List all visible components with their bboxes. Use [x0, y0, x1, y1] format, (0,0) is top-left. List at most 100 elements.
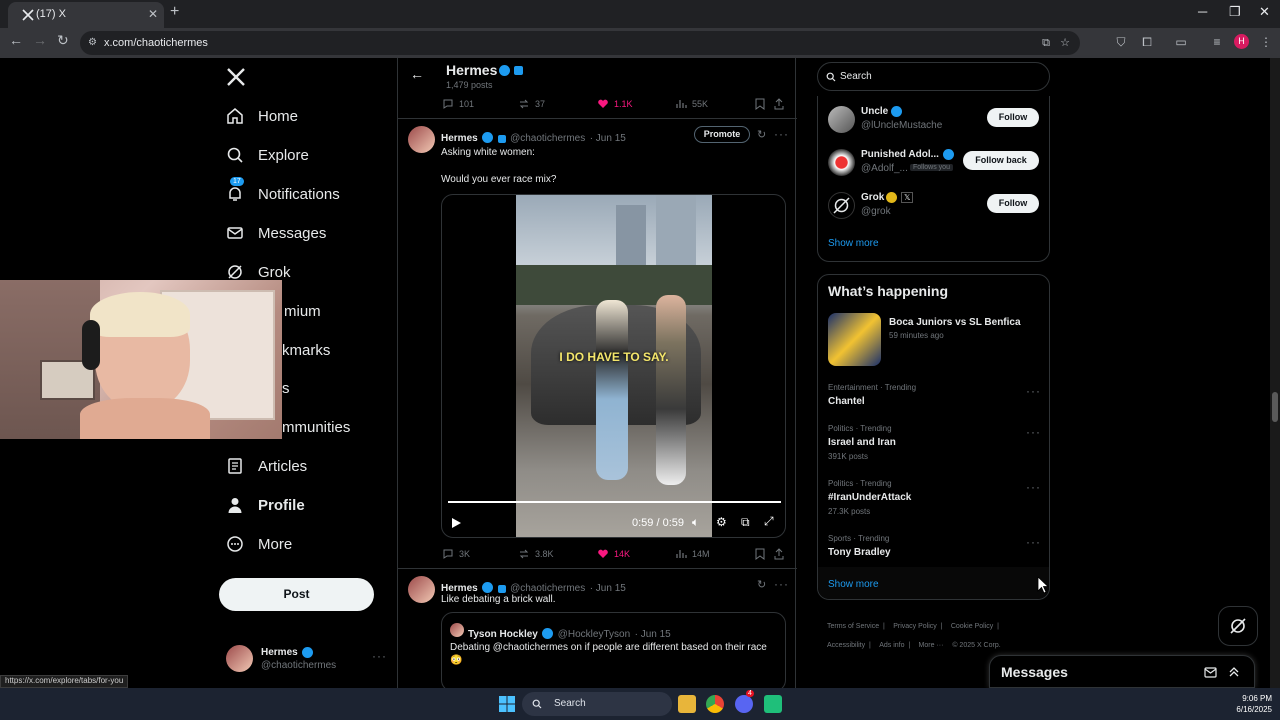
post-date[interactable]: · Jun 15 [590, 133, 626, 144]
featured-event[interactable]: Boca Juniors vs SL Benfica 59 minutes ag… [828, 313, 1042, 369]
sidebar-item-explore[interactable]: Explore [226, 141, 309, 169]
follow-back-button[interactable]: Follow back [963, 151, 1039, 170]
post-author-name[interactable]: Hermes [441, 133, 478, 144]
like-button[interactable]: 1.1K [597, 98, 633, 110]
grok-explain-icon[interactable]: ↻ [757, 128, 766, 141]
reply-button[interactable]: 3K [442, 548, 470, 560]
grok-floating-button[interactable] [1218, 606, 1258, 646]
sidebar-item-jobs[interactable]: s [282, 374, 290, 402]
reload-icon[interactable]: ↻ [57, 32, 69, 49]
sidebar-item-messages[interactable]: Messages [226, 219, 326, 247]
show-more-row[interactable]: Show more [818, 567, 1049, 599]
show-more-link[interactable]: Show more [828, 238, 879, 249]
fullscreen-icon[interactable]: ⤢ [764, 514, 774, 529]
views-button[interactable]: 55K [675, 98, 708, 110]
menu-dots-icon[interactable]: ⋮ [1258, 35, 1274, 51]
footer-link[interactable]: Cookie Policy [951, 623, 993, 630]
reply-button[interactable]: 101 [442, 98, 474, 110]
taskbar-clock[interactable]: 9:06 PM 6/16/2025 [1222, 693, 1272, 715]
follow-suggestion[interactable]: Uncle @lUncleMustache Follow [828, 104, 1042, 140]
follow-suggestion[interactable]: Grok 𝕏 @grok Follow [828, 190, 1042, 226]
trend-more-icon[interactable]: ··· [1026, 535, 1041, 549]
follow-button[interactable]: Follow [987, 108, 1039, 127]
more-dots-icon[interactable]: ··· [372, 649, 387, 663]
trend-more-icon[interactable]: ··· [1026, 384, 1041, 398]
media-icon[interactable]: ≡ [1209, 35, 1225, 51]
windows-start-icon[interactable] [498, 695, 516, 713]
trend-more-icon[interactable]: ··· [1026, 425, 1041, 439]
post-button[interactable]: Post [219, 578, 374, 611]
avatar[interactable] [408, 126, 435, 153]
post-more-icon[interactable]: ··· [774, 127, 789, 141]
search-input[interactable]: Search [817, 62, 1050, 91]
repost-button[interactable]: 37 [518, 98, 545, 110]
grok-explain-icon[interactable]: ↻ [757, 578, 766, 591]
sidebar-item-bookmarks[interactable]: kmarks [282, 336, 330, 364]
quoted-post[interactable]: Tyson Hockley @HockleyTyson · Jun 15 Deb… [441, 612, 786, 688]
minimize-icon[interactable]: ─ [1198, 4, 1207, 19]
extensions-icon[interactable]: ⧠ [1139, 35, 1155, 51]
scrollbar-thumb[interactable] [1272, 392, 1278, 422]
new-message-icon[interactable] [1204, 667, 1217, 678]
app-icon[interactable] [764, 695, 782, 713]
sidebar-item-home[interactable]: Home [226, 102, 298, 130]
discord-icon[interactable]: 4 [735, 690, 754, 713]
volume-icon[interactable]: 🔈︎ [692, 515, 699, 530]
close-window-icon[interactable]: ✕ [1259, 4, 1270, 20]
chrome-icon[interactable] [706, 695, 724, 713]
close-tab-icon[interactable]: ✕ [148, 2, 158, 26]
play-icon[interactable] [450, 517, 462, 529]
restore-icon[interactable]: ❐ [1229, 4, 1241, 20]
bookmark-icon[interactable] [755, 548, 765, 560]
sidebar-item-communities[interactable]: mmunities [282, 413, 350, 441]
sidebar-item-more[interactable]: More [226, 530, 292, 558]
sidebar-item-profile[interactable]: Profile [226, 491, 305, 519]
follow-suggestion[interactable]: Punished Adol... @Adolf_... Follows you … [828, 147, 1042, 183]
trend-item[interactable]: Politics · Trending Israel and Iran 391K… [828, 424, 1042, 464]
back-icon[interactable]: ← [9, 32, 23, 48]
sidebar-item-notifications[interactable]: Notifications 17 [226, 177, 340, 208]
site-info-icon[interactable]: ⚙ [88, 31, 97, 55]
post-more-icon[interactable]: ··· [774, 577, 789, 591]
sidebar-item-premium[interactable]: mium [284, 297, 321, 325]
repost-button[interactable]: 3.8K [518, 548, 554, 560]
post-author-handle[interactable]: @chaotichermes [510, 133, 585, 144]
taskbar-search[interactable]: Search [522, 692, 672, 716]
share-icon[interactable] [774, 98, 784, 110]
footer-link[interactable]: Ads info [879, 642, 904, 649]
expand-icon[interactable] [1228, 666, 1240, 678]
video-progress-bar[interactable] [448, 501, 781, 503]
pip-icon[interactable]: ⧉ [741, 515, 750, 530]
install-icon[interactable]: ⧉ [1042, 31, 1050, 55]
sidebar-item-articles[interactable]: Articles [226, 452, 307, 480]
browser-tab[interactable]: (17) X ✕ [8, 2, 164, 28]
post-author-name[interactable]: Hermes [441, 583, 478, 594]
bookmark-star-icon[interactable]: ☆ [1060, 31, 1070, 55]
file-explorer-icon[interactable] [678, 695, 696, 713]
footer-more-link[interactable]: More ··· [919, 642, 944, 649]
new-tab-icon[interactable]: + [170, 3, 179, 21]
post-date[interactable]: · Jun 15 [590, 583, 626, 594]
footer-link[interactable]: Accessibility [827, 642, 865, 649]
footer-link[interactable]: Privacy Policy [893, 623, 937, 630]
trend-item[interactable]: Entertainment · Trending Chantel ··· [828, 383, 1042, 413]
share-icon[interactable] [774, 548, 784, 560]
shield-icon[interactable]: ⛉ [1113, 35, 1129, 51]
video-player[interactable]: I DO HAVE TO SAY. 0:59 / 0:59 🔈︎ ⚙ ⧉ ⤢ [441, 194, 786, 538]
address-bar[interactable]: ⚙ x.com/chaotichermes ☆ ⧉ [80, 31, 1080, 55]
settings-icon[interactable]: ⚙ [716, 515, 727, 529]
bookmark-icon[interactable] [755, 98, 765, 110]
footer-link[interactable]: Terms of Service [827, 623, 879, 630]
trend-item[interactable]: Politics · Trending #IranUnderAttack 27.… [828, 479, 1042, 519]
forward-icon[interactable]: → [33, 32, 47, 48]
account-switcher[interactable]: Hermes @chaotichermes ··· [226, 645, 396, 675]
trend-more-icon[interactable]: ··· [1026, 480, 1041, 494]
page-scrollbar[interactable] [1270, 58, 1280, 688]
messages-drawer[interactable]: Messages [989, 655, 1255, 688]
views-button[interactable]: 14M [675, 548, 710, 560]
x-logo-icon[interactable] [226, 67, 246, 87]
show-more-link[interactable]: Show more [828, 579, 879, 590]
follow-button[interactable]: Follow [987, 194, 1039, 213]
back-arrow-icon[interactable]: ← [410, 66, 424, 82]
like-button[interactable]: 14K [597, 548, 630, 560]
